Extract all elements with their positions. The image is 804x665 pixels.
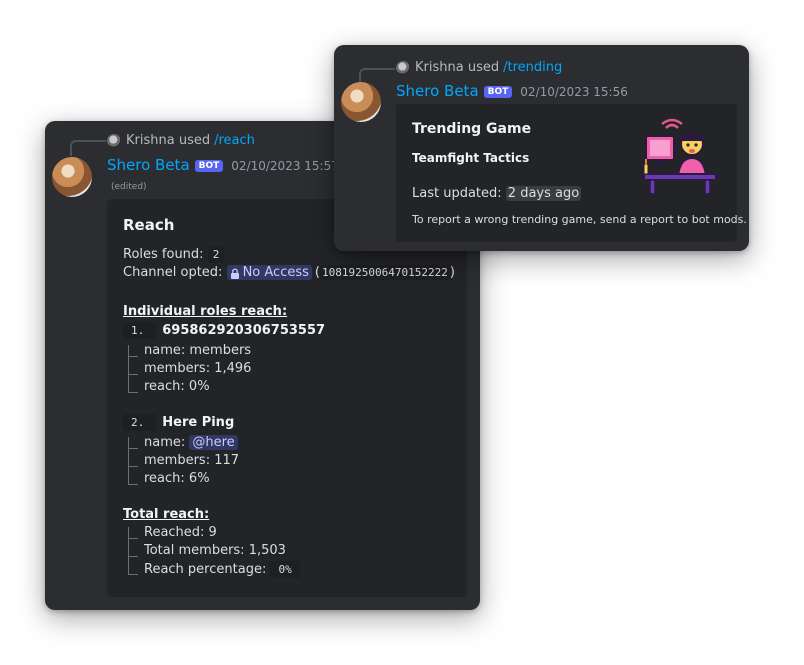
last-updated-value[interactable]: 2 days ago xyxy=(505,186,582,201)
role-2-reach: reach: 6% xyxy=(144,471,210,486)
reach-embed: Reach Roles found: 2 Channel opted: No A… xyxy=(107,199,467,597)
embed-title: Trending Game xyxy=(412,121,532,137)
message-header: Shero Beta BOT 02/10/2023 15:56 xyxy=(396,82,628,100)
trending-embed: Trending Game Teamfight Tactics Last upd… xyxy=(396,104,747,242)
reply-username[interactable]: Krishna xyxy=(126,133,175,148)
tree-branch xyxy=(128,527,138,546)
reply-username[interactable]: Krishna xyxy=(415,60,464,75)
tree-branch xyxy=(128,345,138,364)
here-mention[interactable]: @here xyxy=(189,435,238,450)
channel-mention[interactable]: No Access xyxy=(226,265,312,280)
lock-icon xyxy=(230,268,239,279)
reach-percentage-value: 0% xyxy=(270,561,300,578)
total-reach-heading: Total reach: xyxy=(123,507,210,522)
role-2-index: 2. xyxy=(123,414,157,431)
message-header: Shero Beta BOT 02/10/2023 15:57 xyxy=(107,156,339,174)
individual-roles-heading: Individual roles reach: xyxy=(123,304,288,319)
reply-reference[interactable]: Krishna used /trending xyxy=(396,60,562,75)
reply-reference[interactable]: Krishna used /reach xyxy=(107,133,255,148)
reply-used-text: used xyxy=(178,133,211,148)
role-2-title: 2. Here Ping xyxy=(123,414,234,431)
tree-branch xyxy=(128,455,138,474)
role-1-members: members: 1,496 xyxy=(144,361,252,376)
role-2-name-label: name: xyxy=(144,435,186,450)
channel-mention-text[interactable]: No Access xyxy=(243,265,309,280)
role-2-members: members: 117 xyxy=(144,453,240,468)
role-1-reach: reach: 0% xyxy=(144,379,210,394)
user-avatar-icon xyxy=(107,133,121,148)
gamer-thumbnail-icon[interactable] xyxy=(640,118,720,198)
roles-found-label: Roles found: xyxy=(123,247,204,262)
edited-label: (edited) xyxy=(111,182,147,192)
trending-message-card: Krishna used /trending Shero Beta BOT 02… xyxy=(334,45,749,251)
reply-connector xyxy=(70,140,106,156)
trending-game-name: Teamfight Tactics xyxy=(412,151,530,165)
reach-percentage-line: Reach percentage: 0% xyxy=(144,561,300,578)
reply-command[interactable]: /reach xyxy=(214,133,255,148)
role-1-index: 1. xyxy=(123,322,157,339)
reached-line: Reached: 9 xyxy=(144,525,217,540)
last-updated-line: Last updated: 2 days ago xyxy=(412,186,582,201)
message-timestamp[interactable]: 02/10/2023 15:56 xyxy=(520,85,628,99)
tree-branch xyxy=(128,363,138,382)
last-updated-label: Last updated: xyxy=(412,186,502,201)
bot-name[interactable]: Shero Beta xyxy=(396,82,479,100)
tree-branch-end xyxy=(128,473,138,485)
bot-tag: BOT xyxy=(483,86,513,98)
roles-found-value: 2 xyxy=(207,246,225,263)
reach-percentage-label: Reach percentage: xyxy=(144,562,267,577)
channel-id: 1081925006470152222 xyxy=(319,265,450,280)
reply-command[interactable]: /trending xyxy=(503,60,562,75)
tree-branch xyxy=(128,437,138,456)
channel-opted-label: Channel opted: xyxy=(123,265,223,280)
tree-branch xyxy=(128,545,138,564)
bot-avatar-icon[interactable] xyxy=(52,157,92,197)
role-1-name: name: members xyxy=(144,343,252,358)
channel-opted-line: Channel opted: No Access ( 1081925006470… xyxy=(123,265,455,280)
tree-branch-end xyxy=(128,381,138,393)
bot-tag: BOT xyxy=(194,160,224,172)
role-1-id: 695862920306753557 xyxy=(162,323,326,338)
embed-footer: To report a wrong trending game, send a … xyxy=(412,213,747,226)
roles-found-line: Roles found: 2 xyxy=(123,246,225,263)
reply-used-text: used xyxy=(467,60,500,75)
message-timestamp[interactable]: 02/10/2023 15:57 xyxy=(231,159,339,173)
embed-title: Reach xyxy=(123,216,175,234)
bot-avatar-icon[interactable] xyxy=(341,82,381,122)
bot-name[interactable]: Shero Beta xyxy=(107,156,190,174)
role-2-name-line: name: @here xyxy=(144,435,238,450)
channel-id-close: ) xyxy=(449,265,455,280)
user-avatar-icon xyxy=(396,60,410,75)
role-2-name: Here Ping xyxy=(162,415,235,430)
role-1-title: 1. 695862920306753557 xyxy=(123,322,325,339)
tree-branch-end xyxy=(128,563,138,575)
total-members-line: Total members: 1,503 xyxy=(144,543,286,558)
